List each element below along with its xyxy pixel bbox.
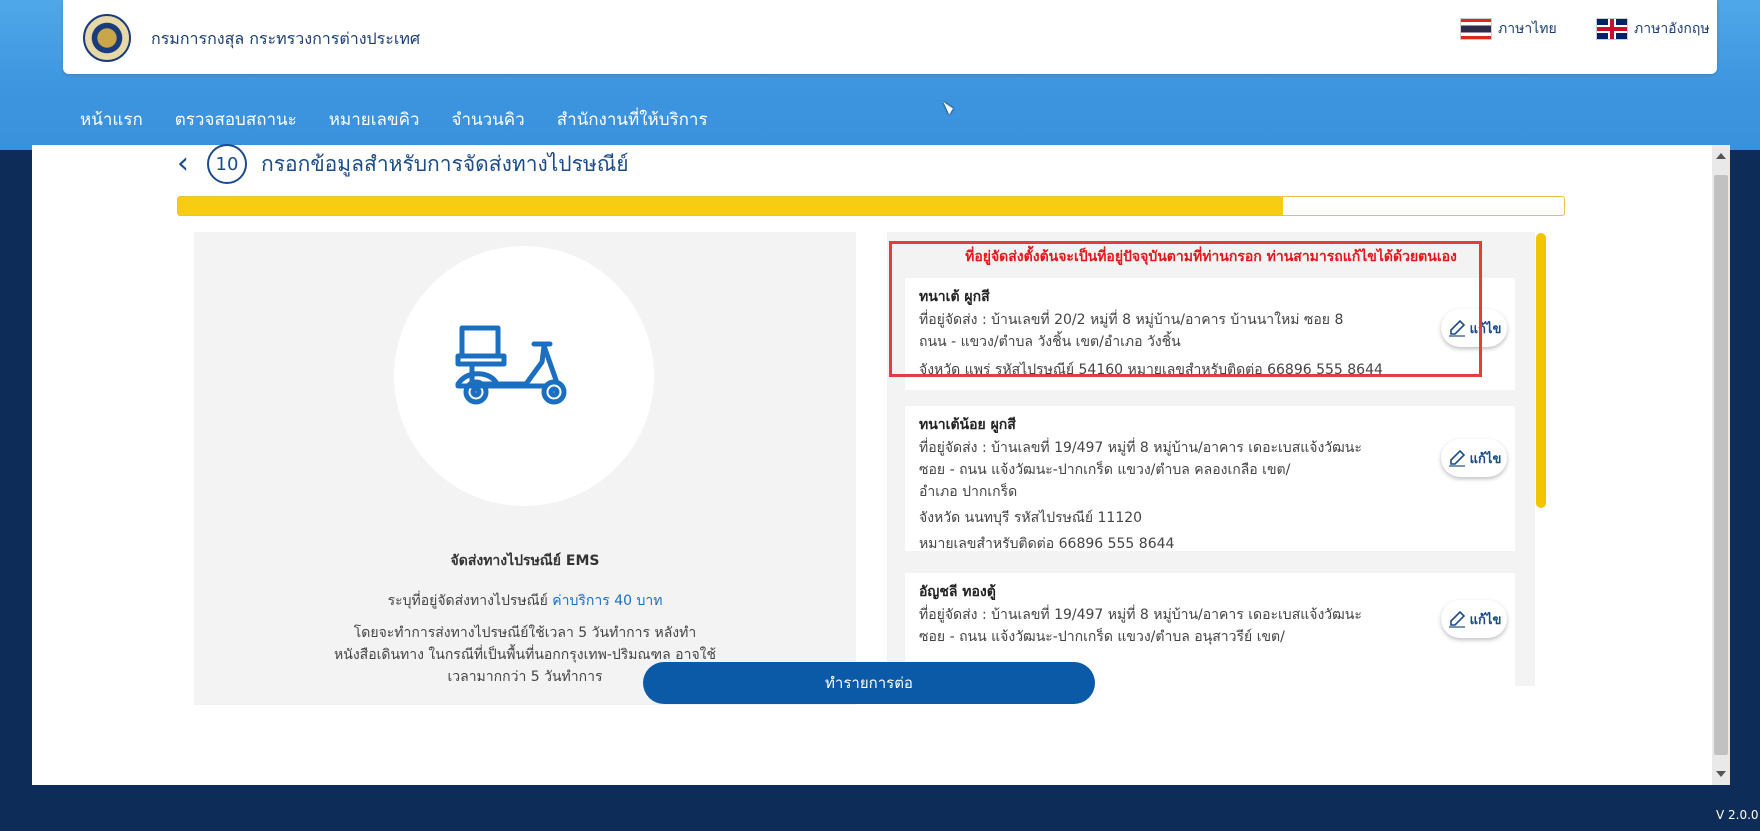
pencil-icon [1448,449,1465,467]
lang-thai-label: ภาษาไทย [1498,21,1557,37]
edit-label: แก้ไข [1469,612,1502,628]
edit-address-button[interactable]: แก้ไข [1441,600,1507,638]
nav-service-offices[interactable]: สำนักงานที่ให้บริการ [557,106,708,133]
ems-price-line: ระบุที่อยู่จัดส่งทางไปรษณีย์ ค่าบริการ 4… [194,590,856,612]
ministry-logo [83,14,131,62]
scroll-up-icon[interactable] [1716,153,1726,159]
ems-title: จัดส่งทางไปรษณีย์ EMS [450,553,600,569]
ems-specify-label: ระบุที่อยู่จัดส่งทางไปรษณีย์ [387,593,548,609]
nav-check-status[interactable]: ตรวจสอบสถานะ [175,106,297,133]
page-title: กรอกข้อมูลสำหรับการจัดส่งทางไปรษณีย์ [261,151,629,176]
progress-fill [178,197,1283,215]
header-bar: กรมการกงสุล กระทรวงการต่างประเทศ ภาษาไทย… [63,0,1717,74]
version-label: V 2.0.0 [1716,808,1759,822]
thai-flag-icon [1460,18,1492,40]
lang-english-link[interactable]: ภาษาอังกฤษ [1596,18,1710,40]
org-name: กรมการกงสุล กระทรวงการต่างประเทศ [151,29,421,48]
recipient-name: ทนาเต้น้อย ผูกสี [919,417,1016,433]
selection-highlight [889,241,1482,377]
address-line: ซอย - ถนน แจ้งวัฒนะ-ปากเกร็ด แขวง/ตำบล อ… [919,629,1285,645]
uk-flag-icon [1596,18,1628,40]
lang-english-label: ภาษาอังกฤษ [1634,21,1710,37]
address-line: จังหวัด นนทบุรี รหัสไปรษณีย์ 11120 [919,510,1143,526]
address-list-scrollbar[interactable] [1536,233,1546,508]
address-line: ซอย - ถนน แจ้งวัฒนะ-ปากเกร็ด แขวง/ตำบล ค… [919,462,1291,478]
icon-circle [394,246,654,506]
edit-address-button[interactable]: แก้ไข [1441,439,1507,477]
nav-queue-count[interactable]: จำนวนคิว [451,106,524,133]
continue-button[interactable]: ทำรายการต่อ [643,662,1095,704]
step-number: 10 [207,144,247,184]
nav-queue-number[interactable]: หมายเลขคิว [329,106,420,133]
main-nav: หน้าแรก ตรวจสอบสถานะ หมายเลขคิว จำนวนคิว… [80,106,708,133]
lang-thai-link[interactable]: ภาษาไทย [1460,18,1557,40]
page-scrollbar[interactable] [1712,145,1730,785]
main-content: ‹ 10 กรอกข้อมูลสำหรับการจัดส่งทางไปรษณีย… [32,144,1712,785]
recipient-name: อัญชลี ทองตู้ [919,584,996,600]
address-card[interactable]: ทนาเต้น้อย ผูกสี ที่อยู่จัดส่ง : บ้านเลข… [905,406,1515,552]
address-line: หมายเลขสำหรับติดต่อ 66896 555 8644 [919,536,1175,552]
address-line: ที่อยู่จัดส่ง : บ้านเลขที่ 19/497 หมู่ที… [919,607,1362,623]
step-header: ‹ 10 กรอกข้อมูลสำหรับการจัดส่งทางไปรษณีย… [177,144,629,184]
address-line: ที่อยู่จัดส่ง : บ้านเลขที่ 19/497 หมู่ที… [919,440,1362,456]
delivery-scooter-icon [455,325,567,405]
pencil-icon [1448,610,1465,628]
nav-home[interactable]: หน้าแรก [80,106,143,133]
ems-option-panel[interactable]: จัดส่งทางไปรษณีย์ EMS ระบุที่อยู่จัดส่งท… [194,232,856,705]
scroll-down-icon[interactable] [1716,771,1726,777]
ems-price: ค่าบริการ 40 บาท [552,593,663,609]
scroll-thumb[interactable] [1714,175,1728,755]
edit-label: แก้ไข [1469,451,1502,467]
back-chevron-icon[interactable]: ‹ [177,149,189,179]
address-line: อำเภอ ปากเกร็ด [919,484,1018,500]
progress-bar [177,196,1565,216]
